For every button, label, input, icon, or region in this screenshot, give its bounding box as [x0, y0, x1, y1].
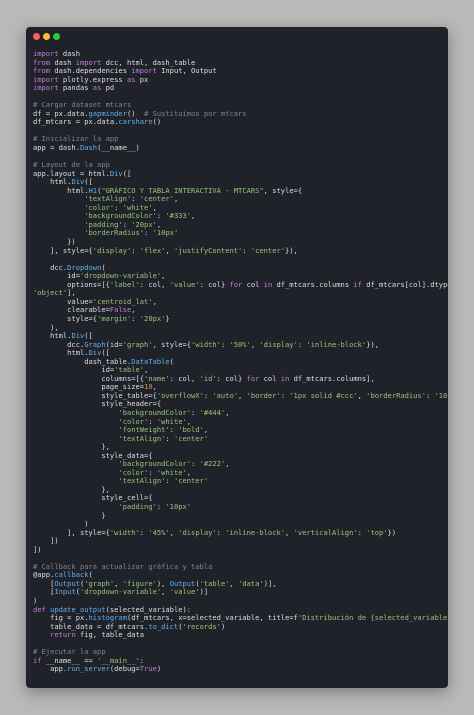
code-block: import dash from dash import dcc, html, d… [33, 49, 448, 674]
maximize-button[interactable] [53, 33, 60, 40]
code-line: ), [33, 322, 59, 332]
code-line: ]) [33, 536, 59, 546]
code-line: style={'margin': '20px'} [33, 313, 170, 323]
code-line: 'borderRadius': '10px' [84, 228, 179, 238]
code-line: ]) [33, 544, 42, 554]
close-button[interactable] [33, 33, 40, 40]
minimize-button[interactable] [43, 33, 50, 40]
code-line: } [33, 510, 106, 520]
code-line: # Callback para actualizar gráfica y tab… [33, 561, 213, 571]
code-line: import pandas as pd [33, 83, 115, 93]
code-line: ], style={'width': '45%', 'display': 'in… [33, 527, 397, 537]
code-window: import dash from dash import dcc, html, d… [26, 27, 448, 688]
code-line: ], style={'display': 'flex', 'justifyCon… [33, 245, 298, 255]
code-line: app = dash.Dash(__name__) [33, 143, 140, 153]
code-line: options=[{'label': col, 'value': col} fo… [33, 279, 448, 289]
code-line: app.run_server(debug=True) [33, 664, 162, 674]
code-line: df_mtcars = px.data.carshare() [33, 117, 162, 127]
code-line: return fig, table_data [50, 630, 145, 640]
code-line: [Input('dropdown-variable', 'value')] [33, 587, 209, 597]
window-titlebar [26, 27, 448, 45]
code-line: app.layout = html.Div([ [33, 168, 132, 178]
